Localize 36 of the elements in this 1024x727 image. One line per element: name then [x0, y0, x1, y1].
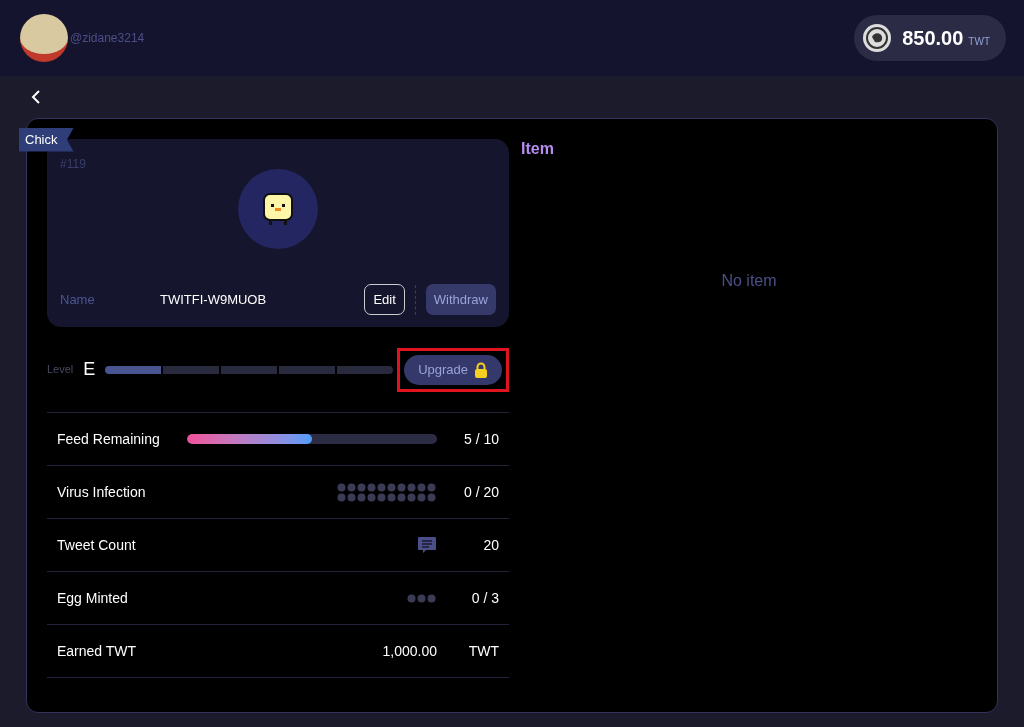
empty-message: No item [721, 271, 777, 291]
stat-value: 5 / 10 [462, 429, 499, 449]
item-title: Item [521, 139, 555, 159]
level-segment [337, 365, 394, 374]
stat-value: 20 [482, 535, 499, 555]
balance-amount: 850.00 [902, 26, 964, 51]
stat-label: Feed Remaining [57, 429, 161, 449]
dots-icon [407, 593, 437, 603]
stat-label: Egg Minted [57, 588, 129, 608]
back-button[interactable] [30, 89, 42, 105]
name-label: Name [60, 290, 96, 309]
pet-number: #119 [60, 156, 87, 173]
dots-icon [337, 482, 437, 502]
level-segment [279, 365, 336, 374]
currency-label: TWT [968, 35, 990, 49]
coin-icon [862, 23, 893, 53]
stat-label: Virus Infection [57, 482, 147, 502]
earned-amount: 1,000.00 [382, 641, 437, 661]
comment-icon [417, 536, 437, 554]
level-segment [221, 365, 278, 374]
upgrade-button[interactable]: Upgrade [404, 354, 502, 385]
stat-value: TWT [467, 641, 499, 661]
level-segment [163, 365, 220, 374]
stat-value: 0 / 3 [470, 588, 499, 608]
stat-label: Tweet Count [57, 535, 137, 555]
type-ribbon: Chick [19, 128, 74, 152]
avatar[interactable] [20, 14, 68, 62]
edit-button[interactable]: Edit [364, 284, 405, 315]
withdraw-button[interactable]: Withdraw [425, 284, 496, 315]
level-grade: E [83, 358, 96, 381]
stat-label: Earned TWT [57, 641, 138, 661]
chick-icon [261, 191, 295, 227]
pet-name: TWITFI-W9MUOB [160, 290, 267, 309]
level-label: Level [47, 362, 74, 378]
stat-value: 0 / 20 [462, 482, 499, 502]
username: @zidane3214 [70, 30, 145, 47]
